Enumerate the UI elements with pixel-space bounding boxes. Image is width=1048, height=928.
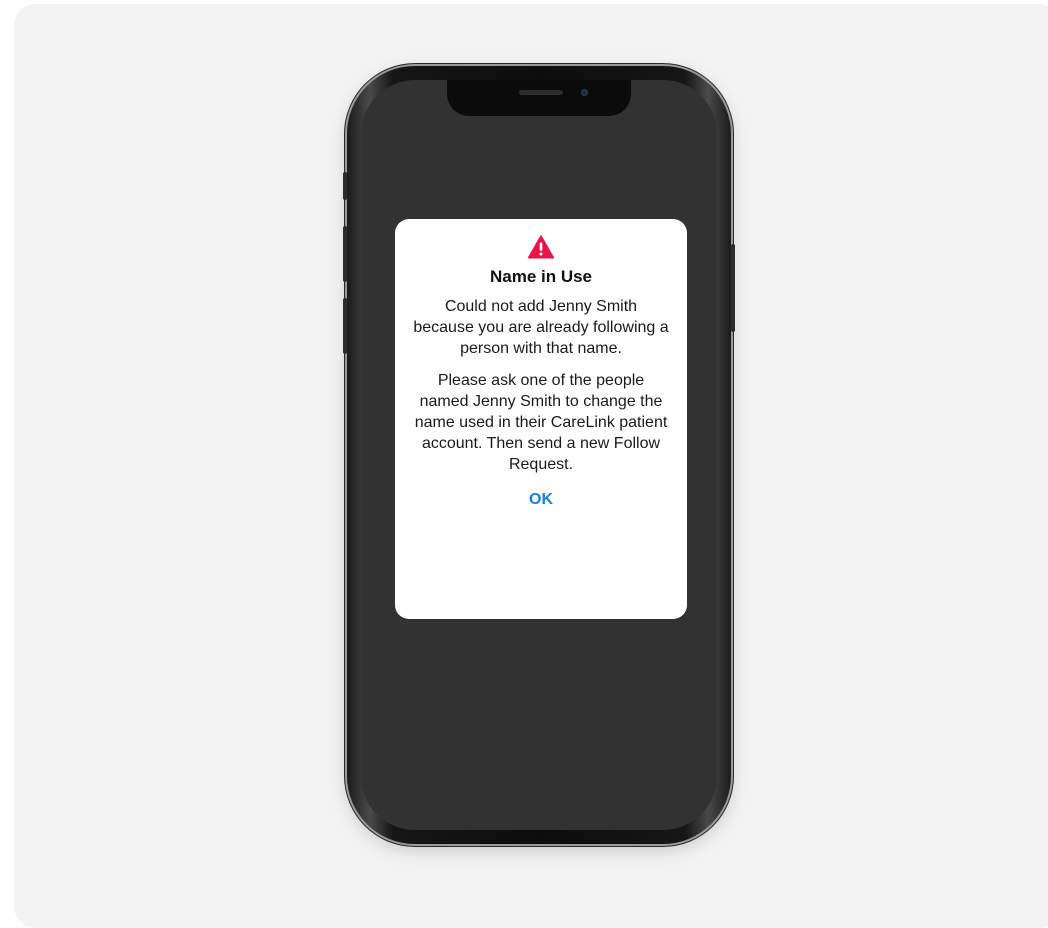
phone-frame: Name in Use Could not add Jenny Smith be… <box>343 66 735 844</box>
silent-switch <box>343 172 347 200</box>
notch <box>447 80 631 116</box>
alert-instructions: Please ask one of the people named Jenny… <box>414 372 668 473</box>
ok-button[interactable]: OK <box>517 489 565 511</box>
front-camera <box>581 89 588 96</box>
phone-screen: Name in Use Could not add Jenny Smith be… <box>361 80 717 830</box>
power-button <box>731 244 735 332</box>
speaker-grille <box>519 90 563 95</box>
volume-up-button <box>343 226 347 282</box>
alert-dialog: Name in Use Could not add Jenny Smith be… <box>395 219 687 619</box>
volume-down-button <box>343 298 347 354</box>
alert-message: Could not add Jenny Smith because you ar… <box>413 298 669 357</box>
alert-title: Name in Use <box>489 267 593 286</box>
warning-triangle-icon <box>528 235 554 259</box>
